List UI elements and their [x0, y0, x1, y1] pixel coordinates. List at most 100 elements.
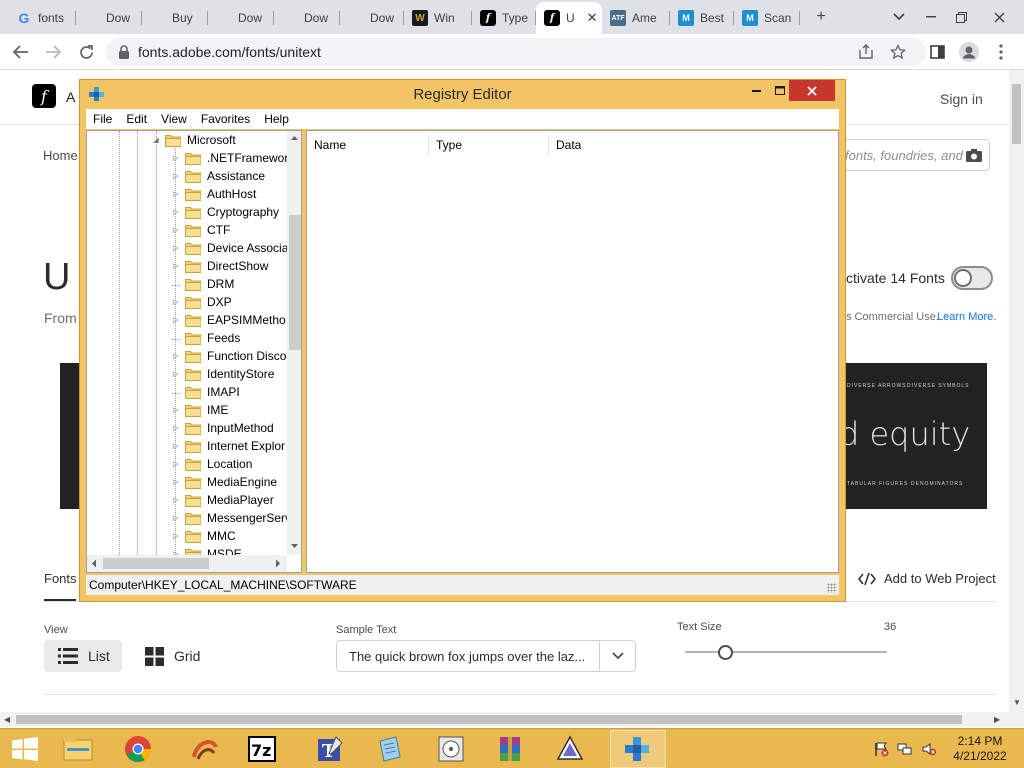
tree-item[interactable]: ▷ DXP: [171, 293, 231, 311]
tree-item[interactable]: ▷ CTF: [171, 221, 230, 239]
share-button[interactable]: [856, 42, 876, 62]
resize-grip-icon[interactable]: [827, 583, 837, 593]
taskbar-app-button[interactable]: T: [302, 730, 358, 768]
expand-arrow-icon[interactable]: ▷: [171, 424, 181, 432]
menu-file[interactable]: File: [86, 112, 119, 126]
taskbar-app-button[interactable]: [482, 730, 538, 768]
menu-favorites[interactable]: Favorites: [194, 112, 257, 126]
tab[interactable]: f Type: [472, 4, 536, 32]
network-icon[interactable]: [897, 741, 913, 757]
adobe-fonts-logo-icon[interactable]: f: [32, 84, 56, 108]
expand-arrow-icon[interactable]: ▷: [171, 478, 181, 486]
tree-item[interactable]: ▷ MediaPlayer: [171, 491, 273, 509]
view-list-button[interactable]: List: [44, 640, 122, 672]
tree-item[interactable]: DRM: [171, 275, 234, 293]
tab-fonts[interactable]: Fonts: [44, 571, 77, 586]
tree-item[interactable]: ▷ MMC: [171, 527, 235, 545]
sample-text-select[interactable]: The quick brown fox jumps over the laz..…: [336, 640, 636, 672]
tab[interactable]: W Win: [404, 4, 472, 32]
tree-item[interactable]: ▷ .NETFramewor: [171, 149, 288, 167]
reload-button[interactable]: [73, 39, 99, 65]
expand-arrow-icon[interactable]: ▷: [171, 370, 181, 378]
profile-button[interactable]: [956, 39, 982, 65]
tab[interactable]: Dow: [274, 4, 340, 32]
minimize-browser-button[interactable]: [918, 4, 944, 30]
expand-arrow-icon[interactable]: ▷: [171, 460, 181, 468]
tree-item[interactable]: ▷ Internet Explor: [171, 437, 285, 455]
tab[interactable]: Dow: [208, 4, 274, 32]
system-clock[interactable]: 2:14 PM 4/21/2022: [945, 734, 1015, 764]
sign-in-link[interactable]: Sign in: [940, 91, 983, 107]
registry-values-pane[interactable]: Name Type Data: [306, 130, 839, 573]
tree-item[interactable]: ▷ MediaEngine: [171, 473, 277, 491]
tree-item[interactable]: ▷ IME: [171, 401, 228, 419]
tree-item[interactable]: ▷ Function Disco: [171, 347, 286, 365]
minimize-button[interactable]: [744, 80, 768, 101]
side-panel-button[interactable]: [924, 39, 950, 65]
page-horizontal-scrollbar[interactable]: ◀ ▶: [0, 712, 1024, 727]
expand-arrow-icon[interactable]: ▷: [171, 406, 181, 414]
tree-vertical-scroll-thumb[interactable]: [289, 215, 301, 350]
expand-arrow-icon[interactable]: ▷: [171, 190, 181, 198]
tab[interactable]: Buy: [142, 4, 208, 32]
tree-item-microsoft[interactable]: ◢ Microsoft: [151, 131, 235, 149]
scroll-right-arrow-icon[interactable]: ▶: [994, 715, 1000, 724]
tree-horizontal-scrollbar[interactable]: [87, 555, 287, 572]
expand-arrow-icon[interactable]: ▷: [171, 496, 181, 504]
expand-arrow-icon[interactable]: ▷: [171, 154, 181, 162]
expand-arrow-icon[interactable]: ▷: [171, 352, 181, 360]
scroll-up-arrow-icon[interactable]: [287, 131, 302, 145]
view-grid-button[interactable]: Grid: [145, 640, 225, 672]
tab[interactable]: Gfonts: [8, 4, 76, 32]
address-bar[interactable]: fonts.adobe.com/fonts/unitext: [106, 38, 926, 66]
expand-arrow-icon[interactable]: ▷: [171, 208, 181, 216]
tab-search-button[interactable]: [886, 4, 912, 30]
add-to-web-project-button[interactable]: Add to Web Project: [858, 571, 996, 586]
tab[interactable]: Dow: [76, 4, 142, 32]
column-header-data[interactable]: Data: [549, 135, 838, 155]
taskbar-app-button[interactable]: [423, 730, 479, 768]
expand-arrow-icon[interactable]: ▷: [171, 298, 181, 306]
column-header-type[interactable]: Type: [429, 135, 549, 155]
taskbar-app-button[interactable]: [50, 730, 106, 768]
new-tab-button[interactable]: +: [808, 4, 834, 30]
tree-item[interactable]: ▷ DirectShow: [171, 257, 268, 275]
menu-edit[interactable]: Edit: [119, 112, 154, 126]
text-size-slider-track[interactable]: [685, 651, 887, 653]
tree-item[interactable]: ▷ Assistance: [171, 167, 265, 185]
scroll-left-arrow-icon[interactable]: [87, 555, 101, 572]
page-vertical-scroll-thumb[interactable]: [1012, 84, 1021, 144]
tree-item[interactable]: ▷ InputMethod: [171, 419, 273, 437]
scroll-left-arrow-icon[interactable]: ◀: [4, 715, 10, 724]
bookmark-button[interactable]: [888, 42, 908, 62]
taskbar-app-button[interactable]: [362, 730, 418, 768]
tree-item[interactable]: Feeds: [171, 329, 240, 347]
tree-item[interactable]: ▷ MessengerServ: [171, 509, 291, 527]
expand-arrow-icon[interactable]: ▷: [171, 172, 181, 180]
page-horizontal-scroll-thumb[interactable]: [16, 715, 962, 724]
taskbar-app-button[interactable]: [110, 730, 166, 768]
tree-item[interactable]: ▷ IdentityStore: [171, 365, 274, 383]
tab[interactable]: M Scan: [734, 4, 800, 32]
back-button[interactable]: [8, 39, 34, 65]
page-vertical-scrollbar[interactable]: ▼: [1009, 70, 1024, 712]
column-header-name[interactable]: Name: [307, 135, 429, 155]
expand-arrow-icon[interactable]: ◢: [151, 136, 161, 144]
tree-item[interactable]: ▷ Location: [171, 455, 252, 473]
forward-button[interactable]: [40, 39, 66, 65]
text-size-slider-thumb[interactable]: [717, 645, 733, 660]
expand-arrow-icon[interactable]: ▷: [171, 244, 181, 252]
expand-arrow-icon[interactable]: ▷: [171, 262, 181, 270]
sample-text-dropdown[interactable]: [599, 641, 635, 671]
tab-close-icon[interactable]: ✕: [587, 10, 598, 26]
activate-fonts-toggle[interactable]: [951, 266, 993, 290]
taskbar-app-button[interactable]: [542, 730, 598, 768]
close-browser-button[interactable]: [986, 4, 1012, 30]
expand-arrow-icon[interactable]: ▷: [171, 514, 181, 522]
registry-tree-pane[interactable]: ◢ Microsoft ▷ .NETFramewor ▷ Assistance ▷ AuthH…: [86, 130, 302, 573]
taskbar-app-button[interactable]: [610, 730, 666, 768]
tree-vertical-scrollbar[interactable]: [287, 131, 302, 555]
expand-arrow-icon[interactable]: ▷: [171, 532, 181, 540]
tab[interactable]: M Best: [670, 4, 734, 32]
tab[interactable]: Dow: [340, 4, 404, 32]
